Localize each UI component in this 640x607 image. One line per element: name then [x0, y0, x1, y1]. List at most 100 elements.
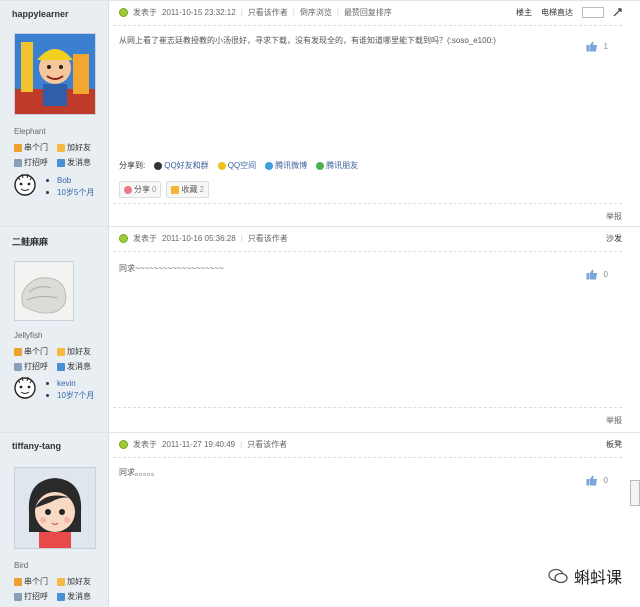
qq-icon — [154, 161, 163, 170]
share-label: 分享到: — [119, 161, 146, 170]
add-friend-button[interactable]: 加好友 — [57, 142, 91, 153]
medal-name[interactable]: Bob — [57, 176, 71, 185]
only-author-link[interactable]: 只看该作者 — [247, 439, 287, 450]
watermark: 蝌蚪课 — [548, 564, 622, 588]
add-friend-icon — [57, 347, 65, 356]
post-content: 从网上看了崔志廷教授教的小汤很好，寻求下载，没有发现全的，有谁知道哪里能下载到吗… — [119, 36, 496, 45]
message-button[interactable]: 发消息 — [57, 157, 91, 168]
share-bar: 分享到: QQ好友和群 QQ空间 腾讯微博 腾讯朋友 — [119, 160, 358, 171]
mail-icon — [57, 362, 65, 371]
post-content: 同求。。。。。 — [119, 468, 159, 477]
mail-icon — [57, 158, 65, 167]
greet-button[interactable]: 打招呼 — [14, 591, 48, 602]
floor-label: 楼主 — [516, 8, 532, 17]
greet-button[interactable]: 打招呼 — [14, 361, 48, 372]
post-datetime: 2011-11-27 19:40:49 — [162, 440, 236, 449]
watermark-text: 蝌蚪课 — [573, 570, 622, 587]
pengyou-icon — [316, 161, 325, 170]
avatar[interactable] — [14, 33, 96, 115]
floor-label[interactable]: 沙发 — [606, 233, 622, 244]
user-group: Jellyfish — [14, 331, 43, 340]
medal-face-icon — [14, 173, 36, 196]
message-button[interactable]: 发消息 — [57, 591, 91, 602]
add-friend-button[interactable]: 加好友 — [57, 576, 91, 587]
post-1: happylearner Elephant 串个门 加好友 打招呼 发消息 Bo… — [0, 0, 640, 227]
like-count: 0 — [603, 476, 608, 485]
favorite-count: 2 — [199, 185, 204, 194]
online-status-icon — [119, 234, 128, 243]
side-scroll-tab[interactable] — [630, 480, 640, 506]
share-tencent-weibo[interactable]: 腾讯微博 — [265, 160, 307, 171]
like-button[interactable]: 0 — [586, 269, 608, 280]
add-friend-icon — [57, 577, 65, 586]
like-count: 0 — [603, 270, 608, 279]
post-2: 二鲑麻麻 Jellyfish 串个门 加好友 打招呼 发消息 kevin 10岁… — [0, 226, 640, 433]
favorite-button[interactable]: 收藏 2 — [166, 181, 209, 198]
floor-label[interactable]: 板凳 — [606, 439, 622, 450]
mail-icon — [57, 592, 65, 601]
visit-button[interactable]: 串个门 — [14, 346, 48, 357]
like-button[interactable]: 1 — [586, 41, 608, 52]
thumbs-up-icon — [586, 475, 597, 486]
user-group: Bird — [14, 561, 29, 570]
author-name[interactable]: tiffany-tang — [12, 441, 61, 451]
elevator-input[interactable] — [582, 7, 604, 18]
home-icon — [14, 143, 22, 152]
post-content: 同求~~~~~~~~~~~~~~~~~~~ — [119, 264, 224, 273]
greet-icon — [14, 362, 22, 371]
only-author-link[interactable]: 只看该作者 — [248, 233, 288, 244]
medal-list: Bob 10岁5个月 — [46, 175, 94, 199]
medal-name[interactable]: kevin — [57, 379, 76, 388]
share-qzone[interactable]: QQ空间 — [217, 160, 256, 171]
only-author-link[interactable]: 只看该作者 — [248, 7, 288, 18]
avatar[interactable] — [14, 261, 74, 321]
post-main: 发表于 2011-10-16 05:36:28 | 只看该作者 沙发 同求~~~… — [113, 227, 622, 433]
visit-button[interactable]: 串个门 — [14, 142, 48, 153]
heart-icon — [124, 185, 132, 194]
qzone-icon — [217, 161, 226, 170]
add-friend-icon — [57, 143, 65, 152]
visit-button[interactable]: 串个门 — [14, 576, 48, 587]
post-meta: 发表于 2011-10-15 23:32:12 | 只看该作者 | 倒序浏览 |… — [119, 7, 392, 18]
posted-prefix: 发表于 — [133, 8, 157, 17]
add-friend-button[interactable]: 加好友 — [57, 346, 91, 357]
avatar[interactable] — [14, 467, 96, 549]
post-meta: 发表于 2011-10-16 05:36:28 | 只看该作者 — [119, 233, 288, 244]
action-buttons: 分享 0 收藏 2 — [119, 181, 209, 198]
thumbs-up-icon — [586, 41, 597, 52]
post-datetime: 2011-10-15 23:32:12 — [162, 8, 236, 17]
medal-face-icon — [14, 376, 36, 399]
online-status-icon — [119, 8, 128, 17]
report-link[interactable]: 举报 — [606, 211, 622, 222]
floor-controls: 楼主 电梯直达 — [516, 7, 622, 18]
medal-list: kevin 10岁7个月 — [46, 378, 94, 402]
author-name[interactable]: 二鲑麻麻 — [12, 235, 48, 248]
reverse-order-link[interactable]: 倒序浏览 — [300, 7, 332, 18]
report-link[interactable]: 举报 — [606, 415, 622, 426]
medal-age: 10岁7个月 — [57, 391, 95, 400]
home-icon — [14, 347, 22, 356]
share-tencent-friends[interactable]: 腾讯朋友 — [316, 160, 358, 171]
greet-icon — [14, 158, 22, 167]
star-icon — [171, 185, 180, 194]
post-main: 发表于 2011-11-27 19:40:49 | 只看该作者 板凳 同求。。。… — [113, 433, 622, 607]
elevator-link[interactable]: 电梯直达 — [541, 7, 573, 18]
post-datetime: 2011-10-16 05:36:28 — [162, 234, 236, 243]
greet-button[interactable]: 打招呼 — [14, 157, 48, 168]
top-reply-sort-link[interactable]: 最赞回复排序 — [344, 7, 392, 18]
post-meta: 发表于 2011-11-27 19:40:49 | 只看该作者 — [119, 439, 287, 450]
share-button[interactable]: 分享 0 — [119, 181, 162, 198]
posted-prefix: 发表于 — [133, 234, 157, 243]
share-qq-friends[interactable]: QQ好友和群 — [154, 160, 209, 171]
jump-icon[interactable] — [613, 8, 622, 17]
author-name[interactable]: happylearner — [12, 9, 69, 19]
author-sidebar: happylearner Elephant 串个门 加好友 打招呼 发消息 Bo… — [0, 1, 109, 227]
post-3: tiffany-tang Bird 串个门 加好友 打招呼 发消息 发表于 20… — [0, 432, 640, 607]
share-count: 0 — [152, 185, 157, 194]
online-status-icon — [119, 440, 128, 449]
posted-prefix: 发表于 — [133, 440, 157, 449]
like-button[interactable]: 0 — [586, 475, 608, 486]
message-button[interactable]: 发消息 — [57, 361, 91, 372]
medal-age: 10岁5个月 — [57, 188, 95, 197]
weibo-icon — [265, 161, 274, 170]
